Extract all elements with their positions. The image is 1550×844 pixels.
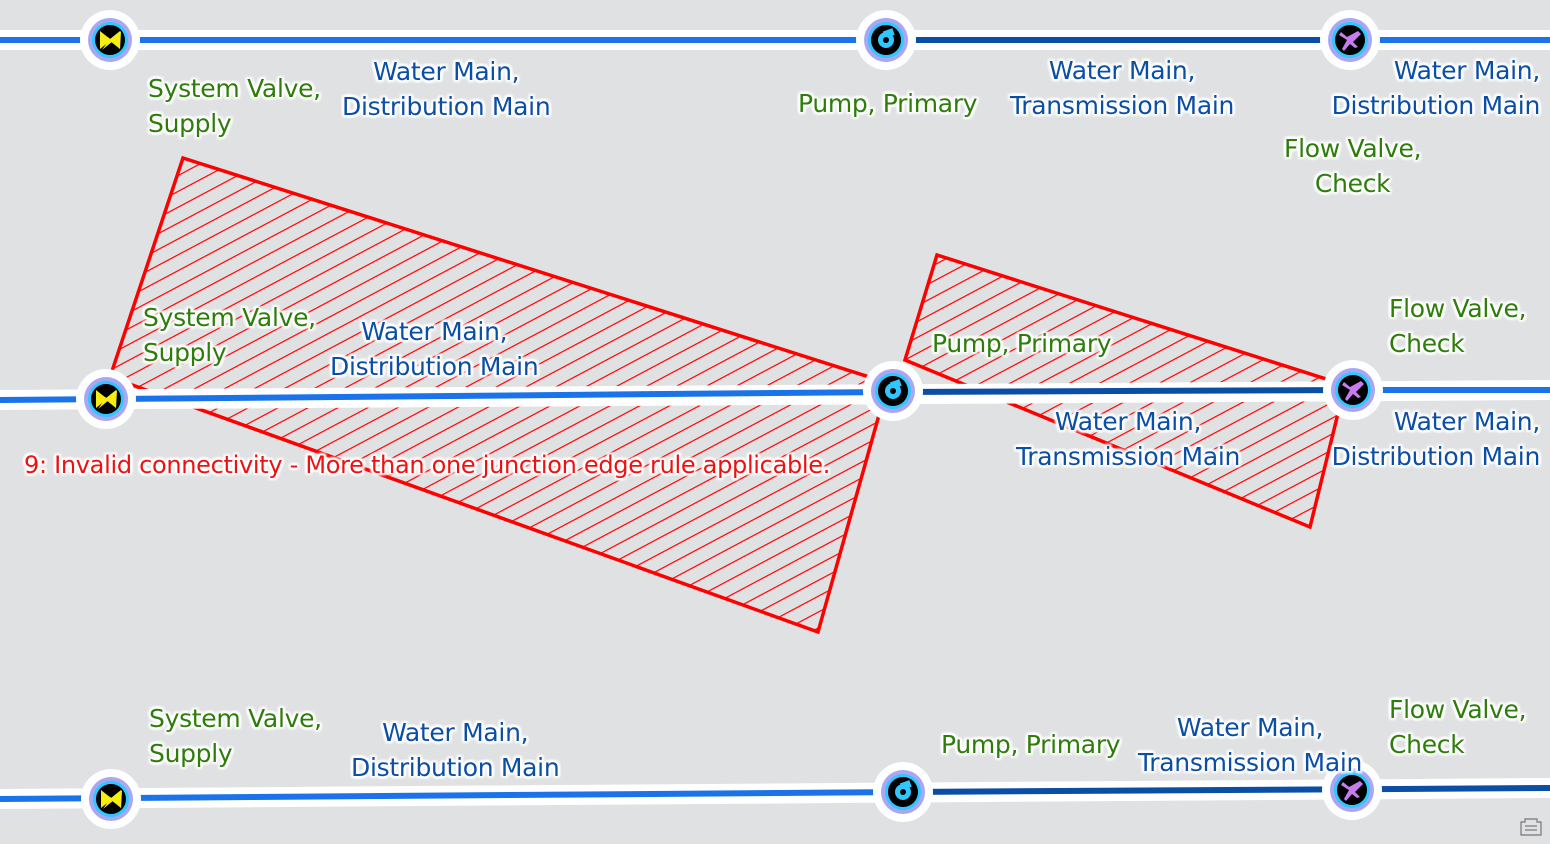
- transmission-main-label: Water Main, Transmission Main: [1016, 404, 1240, 474]
- label-line: Check: [1389, 730, 1465, 759]
- system-valve-label: System Valve, Supply: [143, 300, 316, 370]
- label-line: Check: [1314, 169, 1391, 198]
- label-line: Supply: [149, 739, 233, 768]
- label-line: Flow Valve,: [1389, 294, 1527, 323]
- transmission-main-label: Water Main, Transmission Main: [1010, 53, 1234, 123]
- map-tips-icon[interactable]: [1520, 818, 1542, 836]
- label-line: System Valve,: [143, 303, 316, 332]
- system-valve-icon[interactable]: [80, 10, 140, 70]
- transmission-main-label: Water Main, Transmission Main: [1138, 710, 1362, 780]
- label-line: Water Main,: [1048, 56, 1196, 85]
- label-line: Transmission Main: [1016, 442, 1241, 471]
- error-label: 9: Invalid connectivity - More than one …: [24, 448, 830, 483]
- label-line: Flow Valve,: [1284, 134, 1422, 163]
- system-valve-label: System Valve, Supply: [149, 701, 322, 771]
- label-line: Transmission Main: [1138, 748, 1363, 777]
- label-line: Distribution Main: [1331, 442, 1541, 471]
- label-line: Flow Valve,: [1389, 695, 1527, 724]
- pump-icon[interactable]: [856, 10, 916, 70]
- distribution-main-label: Water Main, Distribution Main: [1331, 53, 1541, 123]
- pump-label: Pump, Primary: [932, 326, 1112, 361]
- system-valve-icon[interactable]: [81, 769, 141, 829]
- label-line: Distribution Main: [351, 753, 560, 782]
- label-line: Transmission Main: [1010, 91, 1235, 120]
- label-line: Distribution Main: [1331, 91, 1541, 120]
- pump-icon[interactable]: [863, 361, 923, 421]
- pump-label: Pump, Primary: [798, 86, 978, 121]
- label-line: Check: [1389, 329, 1465, 358]
- distribution-main-label: Water Main, Distribution Main: [330, 314, 539, 384]
- label-line: Water Main,: [373, 57, 520, 86]
- label-line: Water Main,: [382, 718, 529, 747]
- label-line: Pump, Primary: [932, 329, 1112, 358]
- check-valve-label: Flow Valve, Check: [1389, 291, 1527, 361]
- label-line: Water Main,: [1176, 713, 1324, 742]
- label-line: Distribution Main: [342, 92, 551, 121]
- pump-icon[interactable]: [873, 762, 933, 822]
- distribution-main-label: Water Main, Distribution Main: [342, 54, 551, 124]
- system-valve-icon[interactable]: [76, 369, 136, 429]
- label-line: System Valve,: [149, 704, 322, 733]
- label-line: Supply: [143, 338, 227, 367]
- label-line: Water Main,: [1054, 407, 1202, 436]
- check-valve-label: Flow Valve, Check: [1389, 692, 1527, 762]
- label-line: Water Main,: [1393, 56, 1540, 85]
- label-line: Supply: [148, 109, 232, 138]
- label-line: Water Main,: [1393, 407, 1540, 436]
- distribution-main-label: Water Main, Distribution Main: [351, 715, 560, 785]
- transmission-main-line[interactable]: [902, 785, 1550, 795]
- label-line: Pump, Primary: [941, 730, 1121, 759]
- label-line: Water Main,: [361, 317, 508, 346]
- label-line: Pump, Primary: [798, 89, 978, 118]
- pump-label: Pump, Primary: [941, 727, 1121, 762]
- label-line: Distribution Main: [330, 352, 539, 381]
- system-valve-label: System Valve, Supply: [148, 71, 321, 141]
- label-line: 9: Invalid connectivity - More than one …: [24, 451, 831, 479]
- check-valve-label: Flow Valve, Check: [1284, 131, 1422, 201]
- distribution-main-label: Water Main, Distribution Main: [1331, 404, 1541, 474]
- label-line: System Valve,: [148, 74, 321, 103]
- transmission-main-line[interactable]: [892, 387, 1354, 395]
